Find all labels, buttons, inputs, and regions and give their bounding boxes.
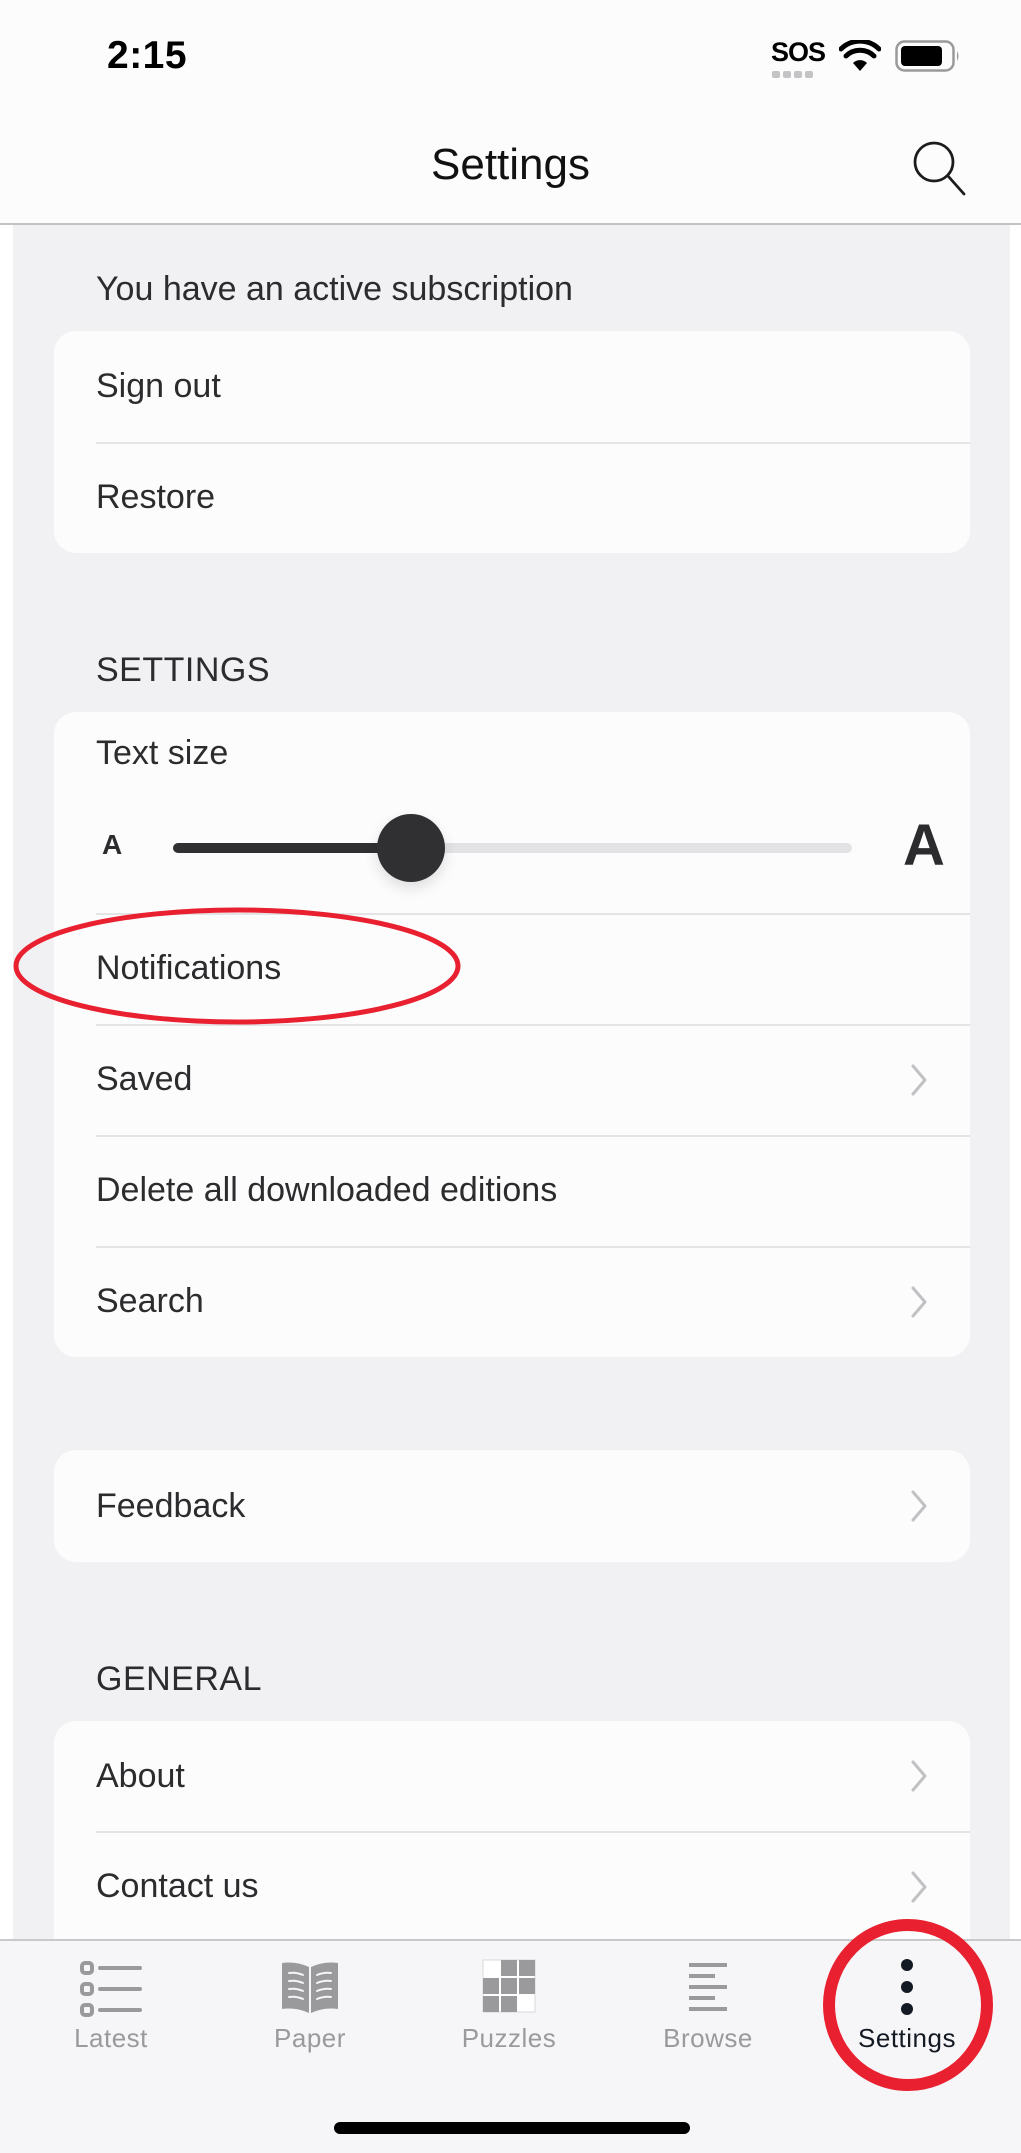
chevron-right-icon — [911, 1286, 927, 1317]
saved-row[interactable]: Saved — [54, 1024, 970, 1135]
tab-settings-label: Settings — [858, 2023, 956, 2053]
chevron-right-icon — [911, 1064, 927, 1095]
account-card: Sign out Restore — [54, 331, 970, 553]
search-icon — [913, 141, 966, 196]
settings-content: You have an active subscription Sign out… — [13, 0, 1010, 2153]
chevron-right-icon — [911, 1871, 927, 1902]
tab-settings[interactable]: Settings — [817, 1941, 997, 2071]
battery-icon — [895, 40, 959, 72]
feedback-label: Feedback — [96, 1486, 246, 1525]
notifications-label: Notifications — [96, 949, 282, 987]
tab-latest[interactable]: Latest — [21, 1941, 201, 2071]
about-label: About — [96, 1756, 185, 1795]
text-size-label: Text size — [96, 734, 229, 772]
restore-row[interactable]: Restore — [54, 442, 970, 553]
settings-section-heading: SETTINGS — [96, 651, 271, 689]
feedback-row[interactable]: Feedback — [54, 1450, 970, 1562]
slider-thumb[interactable] — [377, 814, 445, 882]
sign-out-row[interactable]: Sign out — [54, 331, 970, 442]
lines-icon — [689, 1963, 727, 2011]
chevron-right-icon — [911, 1760, 927, 1792]
tab-browse[interactable]: Browse — [618, 1941, 798, 2071]
vertical-dots-icon — [901, 1959, 913, 2015]
sos-indicator: SOS — [770, 36, 826, 78]
feedback-card: Feedback — [54, 1450, 970, 1562]
sign-out-label: Sign out — [96, 367, 221, 405]
notifications-row[interactable]: Notifications — [54, 913, 970, 1024]
page-title: Settings — [431, 140, 590, 189]
tab-bar: Latest Paper Puzzles Browse Settings — [0, 1939, 1021, 2153]
text-size-small-glyph: A — [102, 829, 123, 860]
status-time: 2:15 — [107, 34, 188, 77]
settings-card: Text size A A Notifications Saved Delete… — [54, 712, 970, 1357]
search-button[interactable] — [906, 136, 970, 200]
general-section-heading: GENERAL — [96, 1660, 262, 1698]
subscription-status: You have an active subscription — [96, 270, 573, 308]
saved-label: Saved — [96, 1060, 193, 1098]
search-settings-row[interactable]: Search — [54, 1246, 970, 1357]
contact-us-label: Contact us — [96, 1867, 259, 1905]
status-icons: SOS — [770, 36, 961, 78]
home-indicator — [334, 2122, 690, 2134]
signal-dots-icon — [771, 70, 813, 78]
about-row[interactable]: About — [54, 1721, 970, 1831]
chevron-right-icon — [911, 1490, 927, 1522]
delete-downloads-label: Delete all downloaded editions — [96, 1171, 558, 1209]
text-size-slider[interactable] — [173, 814, 852, 882]
search-settings-label: Search — [96, 1282, 204, 1320]
sos-text: SOS — [770, 36, 826, 67]
delete-downloads-row[interactable]: Delete all downloaded editions — [54, 1135, 970, 1246]
tab-paper[interactable]: Paper — [220, 1941, 400, 2071]
tab-paper-label: Paper — [274, 2023, 346, 2053]
text-size-control: Text size A A — [54, 712, 970, 913]
restore-label: Restore — [96, 478, 216, 516]
tab-browse-label: Browse — [663, 2023, 753, 2053]
open-book-icon — [282, 1962, 338, 2013]
tab-latest-label: Latest — [74, 2023, 148, 2053]
text-size-large-glyph: A — [903, 813, 945, 878]
slider-fill — [173, 843, 411, 853]
tab-puzzles-label: Puzzles — [461, 2023, 557, 2053]
top-bar: 2:15 SOS Settings — [0, 0, 1021, 225]
tab-puzzles[interactable]: Puzzles — [419, 1941, 599, 2071]
crossword-grid-icon — [482, 1959, 536, 2013]
contact-us-row[interactable]: Contact us — [54, 1831, 970, 1942]
wifi-icon — [839, 40, 881, 71]
list-icon — [80, 1961, 142, 2017]
